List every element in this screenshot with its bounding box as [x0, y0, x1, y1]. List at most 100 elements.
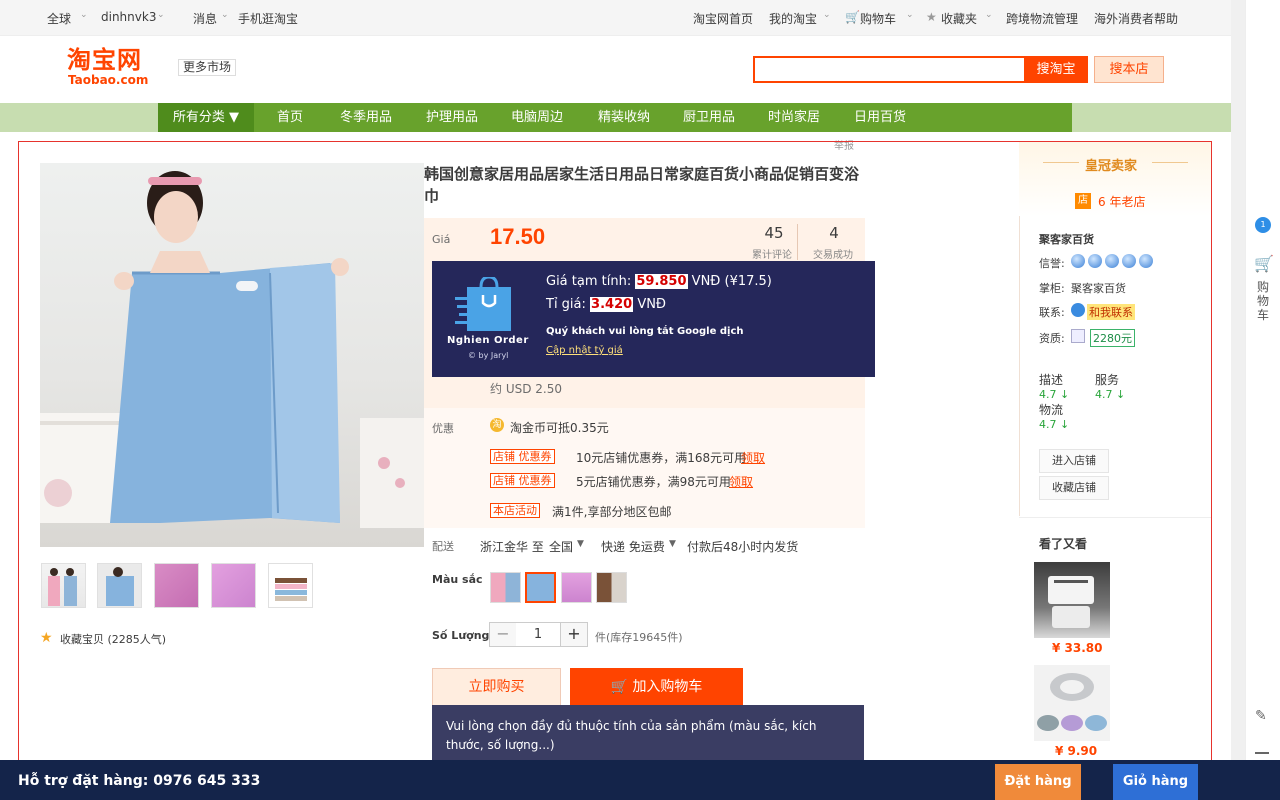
chevron-down-icon[interactable]: ⌄ [906, 10, 914, 20]
tissue-box-image [1048, 576, 1094, 628]
more-market-link[interactable]: 更多市场 [178, 59, 237, 76]
thumbnail-4[interactable] [211, 563, 256, 608]
chevron-down-icon[interactable]: ⌄ [221, 10, 229, 20]
color-option-2[interactable] [525, 572, 556, 603]
favorite-shop-button[interactable]: 收藏店铺 [1039, 476, 1109, 500]
quantity-decrease-button[interactable]: − [489, 622, 517, 647]
back-to-top-icon[interactable] [1255, 752, 1269, 754]
buy-now-button[interactable]: 立即购买 [432, 668, 561, 706]
star-icon[interactable]: ★ [40, 630, 53, 646]
owner-name[interactable]: 聚客家百货 [1071, 280, 1126, 296]
nav-item-home[interactable]: 首页 [277, 103, 303, 132]
caret-down-icon[interactable]: ▼ [577, 539, 584, 549]
quantity-input[interactable]: 1 [516, 622, 560, 647]
recommended-item-2[interactable] [1034, 665, 1110, 741]
add-to-cart-button[interactable]: 🛒 加入购物车 [570, 668, 743, 706]
contact-label: 联系: [1039, 306, 1065, 319]
coupon-text: 10元店铺优惠券，满168元可用 [576, 451, 747, 465]
shop-icon: 店 [1075, 193, 1091, 209]
nav-item-storage[interactable]: 精装收纳 [598, 103, 650, 132]
messages-link[interactable]: 消息 [193, 10, 217, 27]
update-rate-link[interactable]: Cập nhật tỷ giá [546, 345, 623, 356]
taobao-logo[interactable]: 淘宝网 [67, 46, 142, 74]
nav-item-care[interactable]: 护理用品 [426, 103, 478, 132]
color-option-4[interactable] [596, 572, 627, 603]
my-taobao-link[interactable]: 我的淘宝 [769, 10, 817, 27]
nav-item-computer[interactable]: 电脑周边 [511, 103, 563, 132]
exchange-rate-suffix: VNĐ [637, 297, 667, 312]
home-link[interactable]: 淘宝网首页 [693, 10, 753, 27]
service-score-label: 服务 [1095, 373, 1120, 387]
taobao-logo-sub[interactable]: Taobao.com [68, 73, 148, 87]
logistics-link[interactable]: 跨境物流管理 [1006, 10, 1078, 27]
cart-icon[interactable]: 🛒 [1254, 254, 1274, 273]
right-toolbar [1245, 0, 1280, 760]
delivery-time: 付款后48小时内发货 [687, 540, 799, 554]
thumbnail-2[interactable] [97, 563, 142, 608]
nav-item-home-decor[interactable]: 时尚家居 [768, 103, 820, 132]
shop-name[interactable]: 聚客家百货 [1039, 231, 1094, 247]
thumbnail-5[interactable] [268, 563, 313, 608]
pencil-icon[interactable]: ✎ [1255, 708, 1267, 724]
help-link[interactable]: 海外消费者帮助 [1094, 10, 1178, 27]
sidebar-cart-link[interactable]: 购物车 [1257, 280, 1269, 322]
color-option-3[interactable] [561, 572, 592, 603]
thumbnail-1[interactable] [41, 563, 86, 608]
quantity-increase-button[interactable]: + [560, 622, 588, 647]
sales-label: 交易成功 [813, 250, 853, 261]
thumbnail-photo [275, 578, 307, 601]
search-shop-button[interactable]: 搜本店 [1094, 56, 1164, 83]
coupon-text: 5元店铺优惠券，满98元可用 [576, 475, 731, 489]
search-taobao-button[interactable]: 搜淘宝 [1024, 56, 1088, 83]
recommended-item-1[interactable] [1034, 562, 1110, 638]
chat-icon[interactable] [1071, 303, 1085, 317]
caret-down-icon[interactable]: ▼ [669, 539, 676, 549]
favorite-item-link[interactable]: 收藏宝贝 (2285人气) [60, 631, 166, 647]
enter-shop-button[interactable]: 进入店铺 [1039, 449, 1109, 473]
activity-tag: 本店活动 [490, 503, 540, 518]
reviews-count[interactable]: 45 [752, 224, 796, 242]
sales-count: 4 [829, 224, 839, 242]
product-main-image[interactable] [40, 163, 424, 547]
delivery-destination[interactable]: 全国 [549, 538, 573, 555]
chevron-down-icon[interactable]: ⌄ [823, 10, 831, 20]
thumbnail-photo [48, 568, 77, 606]
top-bar: 全球 ⌄ dinhnvk3 ⌄ 消息 ⌄ 手机逛淘宝 淘宝网首页 我的淘宝 ⌄ … [0, 0, 1231, 36]
delivery-type[interactable]: 快递 免运费 [601, 538, 665, 555]
divider [1019, 517, 1211, 518]
star-icon[interactable]: ★ [926, 10, 937, 24]
logo-copyright: © by Jaryl [468, 351, 509, 360]
all-categories-menu[interactable]: 所有分类 ▼ [158, 103, 254, 132]
desc-score: 4.7 ↓ [1039, 388, 1070, 401]
chevron-down-icon[interactable]: ⌄ [985, 10, 993, 20]
region-link[interactable]: 全球 [47, 10, 71, 27]
claim-coupon-link[interactable]: 领取 [741, 449, 765, 466]
search-input[interactable] [753, 56, 1024, 83]
contact-me-link[interactable]: 和我联系 [1087, 304, 1135, 320]
nav-item-kitchen[interactable]: 厨卫用品 [683, 103, 735, 132]
divider [1152, 162, 1188, 163]
nav-item-daily[interactable]: 日用百货 [854, 103, 906, 132]
category-nav: 所有分类 ▼ 首页 冬季用品 护理用品 电脑周边 精装收纳 厨卫用品 时尚家居 … [158, 103, 1072, 132]
place-order-button[interactable]: Đặt hàng [995, 764, 1081, 800]
coupon-tag: 店铺 优惠券 [490, 473, 555, 488]
reviews-label[interactable]: 累计评论 [752, 246, 792, 261]
claim-coupon-link[interactable]: 领取 [729, 473, 753, 490]
chevron-down-icon[interactable]: ⌄ [157, 10, 165, 20]
diamond-icon [1105, 254, 1119, 268]
color-option-1[interactable] [490, 572, 521, 603]
favorites-link[interactable]: 收藏夹 [941, 10, 977, 27]
thumbnail-3[interactable] [154, 563, 199, 608]
username-link[interactable]: dinhnvk3 [101, 10, 156, 24]
view-cart-button[interactable]: Giỏ hàng [1113, 764, 1198, 800]
chat-icon[interactable]: 1 [1255, 217, 1271, 233]
cart-icon[interactable]: 🛒 [845, 10, 860, 24]
color-label: Màu sắc [432, 573, 483, 586]
chevron-down-icon[interactable]: ⌄ [80, 10, 88, 20]
page-scrollbar[interactable] [1231, 0, 1245, 760]
cart-link[interactable]: 购物车 [860, 10, 896, 27]
deposit-badge: 2280元 [1090, 329, 1135, 347]
coupon-tag: 店铺 优惠券 [490, 449, 555, 464]
mobile-link[interactable]: 手机逛淘宝 [238, 10, 298, 27]
nav-item-winter[interactable]: 冬季用品 [340, 103, 392, 132]
